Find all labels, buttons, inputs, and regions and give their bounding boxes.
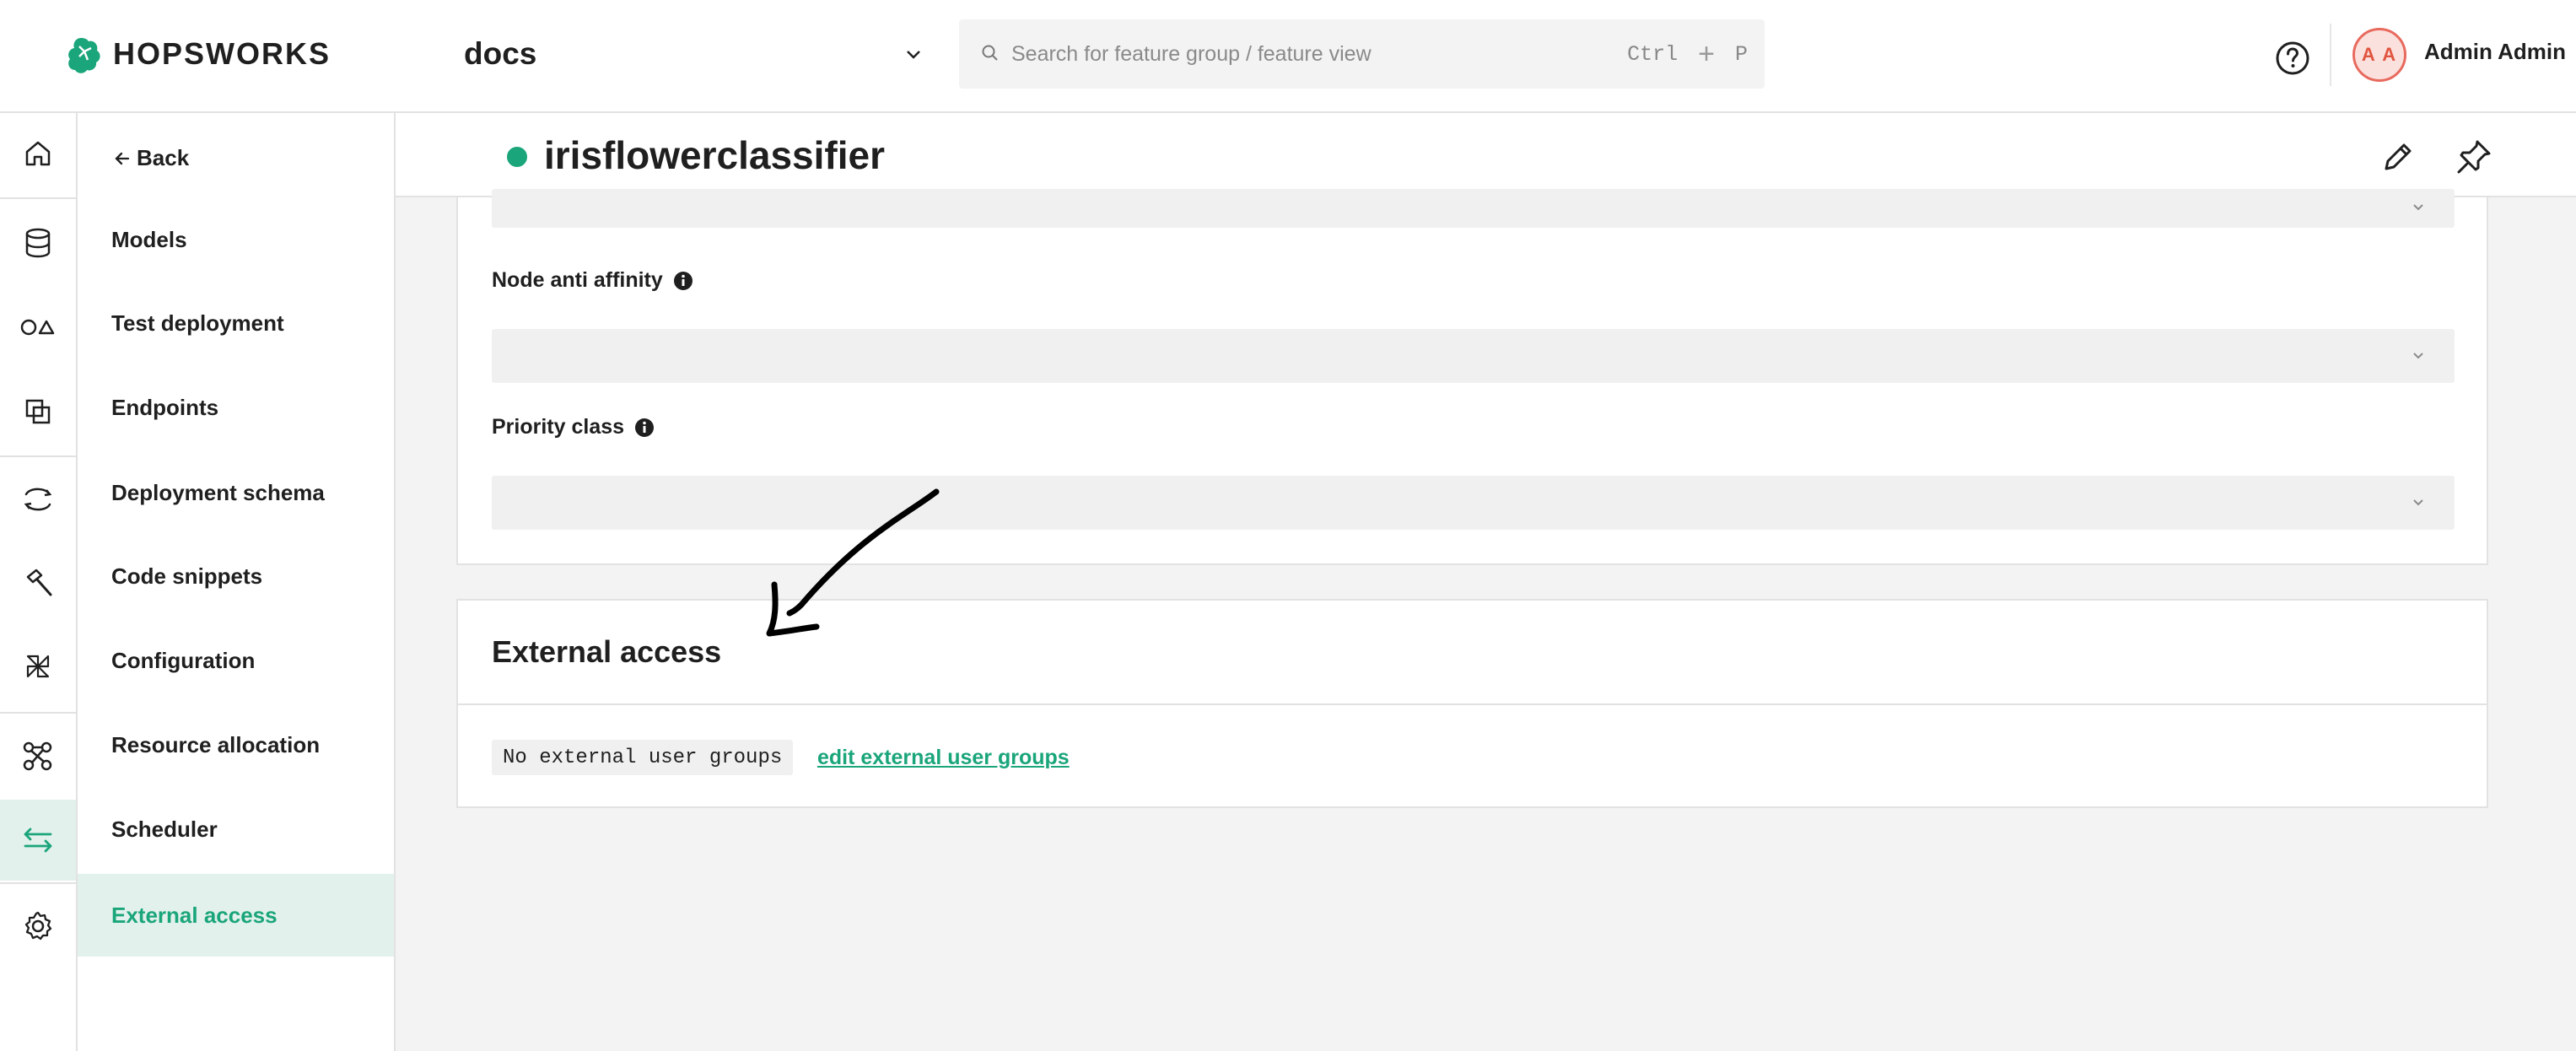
project-selector[interactable]: docs <box>464 29 924 79</box>
chevron-down-icon <box>2413 204 2423 211</box>
nav-item-configuration[interactable]: Configuration <box>78 619 394 702</box>
rail-divider <box>0 882 76 884</box>
top-bar: HOPSWORKS docs Ctrl + P A A Admin Admin <box>0 0 2576 113</box>
rail-database[interactable] <box>0 202 76 283</box>
hop-logo-icon <box>68 38 100 73</box>
nav-item-models[interactable]: Models <box>78 198 394 281</box>
user-name[interactable]: Admin Admin <box>2424 39 2566 65</box>
rail-divider <box>0 712 76 714</box>
node-anti-affinity-text: Node anti affinity <box>492 268 663 292</box>
icon-rail <box>0 113 78 1051</box>
page-title: irisflowerclassifier <box>544 133 885 177</box>
priority-class-text: Priority class <box>492 415 625 439</box>
node-anti-affinity-label: Node anti affinity <box>492 268 693 293</box>
status-indicator <box>507 147 527 167</box>
nav-item-label: Models <box>111 226 187 252</box>
search-icon <box>982 45 998 61</box>
loop-icon <box>24 488 52 511</box>
nav-item-resource-allocation[interactable]: Resource allocation <box>78 703 394 786</box>
nav-item-scheduler[interactable]: Scheduler <box>78 788 394 870</box>
shapes-icon <box>20 319 55 336</box>
database-icon <box>25 228 51 258</box>
scheduler-select[interactable] <box>492 189 2455 228</box>
nav-item-label: Endpoints <box>111 394 219 420</box>
card-divider <box>458 703 2487 705</box>
chevron-down-icon <box>907 51 920 59</box>
rail-loop[interactable] <box>0 459 76 540</box>
brand-name: HOPSWORKS <box>113 36 331 71</box>
pencil-icon[interactable] <box>2378 137 2418 177</box>
help-icon[interactable] <box>2275 40 2310 76</box>
nav-item-deployment-schema[interactable]: Deployment schema <box>78 451 394 534</box>
rail-shapes[interactable] <box>0 287 76 368</box>
chevron-down-icon <box>2413 499 2423 506</box>
rail-copy[interactable] <box>0 371 76 452</box>
topbar-divider <box>2330 24 2331 86</box>
nav-item-test-deployment[interactable]: Test deployment <box>78 282 394 364</box>
nav-item-label: Scheduler <box>111 816 218 842</box>
back-link[interactable]: Back <box>113 145 189 171</box>
info-icon[interactable] <box>634 418 655 438</box>
rail-pinwheel[interactable] <box>0 626 76 707</box>
rail-home[interactable] <box>0 113 76 194</box>
settings-icon <box>24 911 52 941</box>
nav-item-external-access[interactable]: External access <box>78 874 394 957</box>
search-input[interactable] <box>1011 19 1602 89</box>
nav-item-label: Resource allocation <box>111 731 321 757</box>
back-label: Back <box>137 145 190 170</box>
rail-graph[interactable] <box>0 715 76 796</box>
nav-item-label: Configuration <box>111 647 256 673</box>
shortcut-plus: + <box>1698 38 1715 70</box>
nav-item-endpoints[interactable]: Endpoints <box>78 366 394 449</box>
node-anti-affinity-select[interactable] <box>492 329 2455 383</box>
home-icon <box>25 141 51 166</box>
shortcut-ctrl: Ctrl <box>1627 41 1679 67</box>
deployment-subnav: Back Models Test deployment Endpoints De… <box>78 113 396 1051</box>
nav-item-code-snippets[interactable]: Code snippets <box>78 535 394 617</box>
info-icon[interactable] <box>673 271 693 291</box>
hammer-icon <box>26 569 52 596</box>
rail-divider <box>0 455 76 457</box>
rail-divider <box>0 197 76 199</box>
pinwheel-icon <box>26 655 50 678</box>
copy-icon <box>25 399 51 424</box>
pin-icon[interactable] <box>2454 137 2494 177</box>
rail-settings[interactable] <box>0 886 76 967</box>
project-name: docs <box>464 36 537 71</box>
priority-class-label: Priority class <box>492 415 655 439</box>
deployment-header: irisflowerclassifier <box>396 113 2576 197</box>
hopsworks-logo[interactable]: HOPSWORKS <box>64 32 331 76</box>
nav-item-label: Deployment schema <box>111 479 325 505</box>
nav-item-label: Test deployment <box>111 310 284 336</box>
nav-item-label: Code snippets <box>111 563 263 589</box>
rail-external-access[interactable] <box>0 800 76 881</box>
external-access-title: External access <box>492 634 722 669</box>
search-bar[interactable]: Ctrl + P <box>959 19 1765 89</box>
rail-hammer[interactable] <box>0 543 76 624</box>
nav-item-label: External access <box>111 902 278 928</box>
search-shortcut: Ctrl + P <box>1627 40 1748 68</box>
arrow-left-icon <box>115 152 130 164</box>
graph-icon <box>23 741 52 771</box>
chevron-down-icon <box>2413 353 2423 359</box>
avatar[interactable]: A A <box>2352 28 2406 82</box>
arrows-exchange-icon <box>24 827 52 853</box>
edit-external-groups-link[interactable]: edit external user groups <box>817 746 1070 770</box>
external-groups-status: No external user groups <box>492 740 794 775</box>
annotation-arrow-icon <box>766 488 940 637</box>
shortcut-key: P <box>1734 41 1748 67</box>
